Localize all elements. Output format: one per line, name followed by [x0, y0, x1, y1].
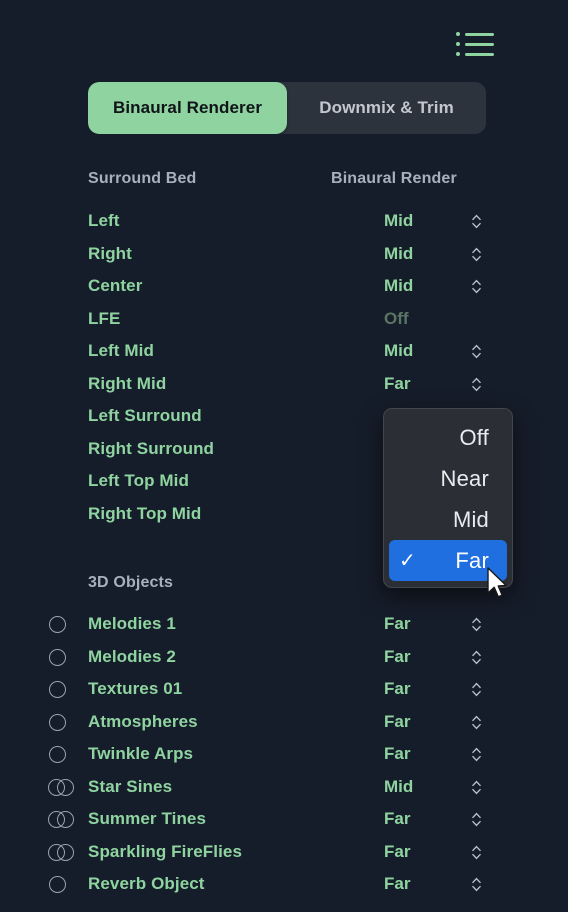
object-render-value[interactable]: Far	[384, 738, 410, 770]
bed-row: Center Mid	[0, 270, 568, 302]
bed-channel-label: LFE	[88, 308, 121, 328]
surround-bed-header: Surround Bed	[88, 170, 197, 187]
mono-circle-icon	[48, 713, 74, 731]
bed-row: Right Mid Far	[0, 368, 568, 400]
bed-row: LFE Off	[0, 303, 568, 335]
object-row: Melodies 2 Far	[0, 641, 568, 673]
chevron-updown-icon[interactable]	[468, 714, 485, 731]
dropdown-option-label: Mid	[452, 506, 489, 532]
object-row: Reverb Object Far	[0, 868, 568, 900]
bed-render-value[interactable]: Mid	[384, 238, 413, 270]
list-icon-line	[465, 42, 494, 46]
object-name-label: Textures 01	[88, 679, 183, 698]
list-icon-dot	[456, 32, 460, 36]
list-icon-row	[456, 42, 494, 46]
bed-render-value[interactable]: Mid	[384, 270, 413, 302]
list-icon-row	[456, 32, 494, 36]
object-render-value[interactable]: Far	[384, 836, 410, 868]
object-name-label: Twinkle Arps	[88, 744, 194, 763]
toolbar	[0, 0, 568, 72]
dropdown-option[interactable]: Near	[389, 458, 507, 499]
dropdown-option-label: Off	[459, 424, 489, 450]
bed-render-value[interactable]: Far	[384, 368, 410, 400]
object-name-label: Sparkling FireFlies	[88, 841, 243, 861]
bed-channel-label: Right Top Mid	[88, 503, 202, 523]
bed-row: Right Mid	[0, 238, 568, 270]
bed-row: Left Mid Mid	[0, 335, 568, 367]
dropdown-option-label: Far	[455, 547, 489, 573]
bed-channel-label: Right	[88, 243, 132, 263]
mono-circle-icon	[48, 876, 74, 893]
object-render-value[interactable]: Far	[384, 673, 410, 705]
object-row: Sparkling FireFlies Far	[0, 836, 568, 868]
chevron-updown-icon[interactable]	[468, 246, 485, 263]
bed-channel-label: Right Surround	[88, 438, 215, 458]
mono-circle-icon	[48, 616, 74, 633]
chevron-updown-icon[interactable]	[468, 616, 485, 633]
chevron-updown-icon[interactable]	[468, 681, 485, 698]
object-name-label: Star Sines	[88, 776, 173, 796]
list-icon-line	[465, 52, 494, 56]
object-name-label: Melodies 1	[88, 614, 176, 633]
list-icon-dot	[456, 42, 460, 46]
dropdown-option[interactable]: Off	[389, 417, 507, 458]
bed-render-value[interactable]: Mid	[384, 205, 413, 237]
binaural-render-header: Binaural Render	[331, 170, 457, 187]
stereo-circles-icon	[48, 811, 74, 828]
object-render-value[interactable]: Far	[384, 608, 410, 640]
stereo-circles-icon	[48, 778, 74, 796]
list-icon-dot	[456, 52, 460, 56]
object-name-label: Reverb Object	[88, 874, 205, 893]
tab-binaural-renderer[interactable]: Binaural Renderer	[88, 82, 287, 134]
bed-channel-label: Left	[88, 211, 120, 230]
object-row: Melodies 1 Far	[0, 608, 568, 640]
mono-circle-icon	[48, 681, 74, 698]
objects-header: 3D Objects	[88, 574, 174, 591]
object-row: Textures 01 Far	[0, 673, 568, 705]
object-row: Twinkle Arps Far	[0, 738, 568, 770]
mono-circle-icon	[48, 746, 74, 763]
list-icon-row	[456, 52, 494, 56]
chevron-updown-icon[interactable]	[468, 844, 485, 861]
stereo-circles-icon	[48, 843, 74, 861]
object-row: Star Sines Mid	[0, 771, 568, 803]
chevron-updown-icon[interactable]	[468, 213, 485, 230]
object-name-label: Summer Tines	[88, 809, 207, 828]
bed-channel-label: Center	[88, 276, 143, 295]
chevron-updown-icon[interactable]	[468, 876, 485, 893]
chevron-updown-icon[interactable]	[468, 746, 485, 763]
tab-downmix-and-trim[interactable]: Downmix & Trim	[287, 82, 486, 134]
view-mode-segmented-control[interactable]: Binaural Renderer Downmix & Trim	[88, 82, 486, 134]
dropdown-option-label: Near	[440, 465, 489, 491]
bed-channel-label: Left Mid	[88, 341, 154, 360]
bed-row: Left Mid	[0, 205, 568, 237]
object-row: Atmospheres Far	[0, 706, 568, 738]
binaural-render-dropdown-menu[interactable]: Off Near Mid ✓ Far	[383, 408, 513, 588]
object-name-label: Melodies 2	[88, 646, 176, 666]
dropdown-option[interactable]: ✓ Far	[389, 540, 507, 581]
bed-channel-label: Right Mid	[88, 373, 167, 393]
chevron-updown-icon[interactable]	[468, 811, 485, 828]
mono-circle-icon	[48, 648, 74, 666]
object-render-value[interactable]: Far	[384, 641, 410, 673]
bed-render-value[interactable]: Mid	[384, 335, 413, 367]
list-icon-line	[465, 32, 494, 36]
chevron-updown-icon[interactable]	[468, 649, 485, 666]
object-name-label: Atmospheres	[88, 711, 198, 731]
object-row: Summer Tines Far	[0, 803, 568, 835]
chevron-updown-icon[interactable]	[468, 779, 485, 796]
bed-channel-label: Left Top Mid	[88, 471, 189, 490]
object-render-value[interactable]: Mid	[384, 771, 413, 803]
object-render-value[interactable]: Far	[384, 868, 410, 900]
chevron-updown-icon[interactable]	[468, 343, 485, 360]
chevron-updown-icon[interactable]	[468, 376, 485, 393]
object-render-value[interactable]: Far	[384, 706, 410, 738]
dropdown-option[interactable]: Mid	[389, 499, 507, 540]
bed-channel-label: Left Surround	[88, 406, 202, 425]
object-render-value[interactable]: Far	[384, 803, 410, 835]
list-view-icon[interactable]	[456, 32, 494, 58]
bed-render-value: Off	[384, 308, 409, 328]
chevron-updown-icon[interactable]	[468, 278, 485, 295]
check-icon: ✓	[399, 549, 416, 572]
